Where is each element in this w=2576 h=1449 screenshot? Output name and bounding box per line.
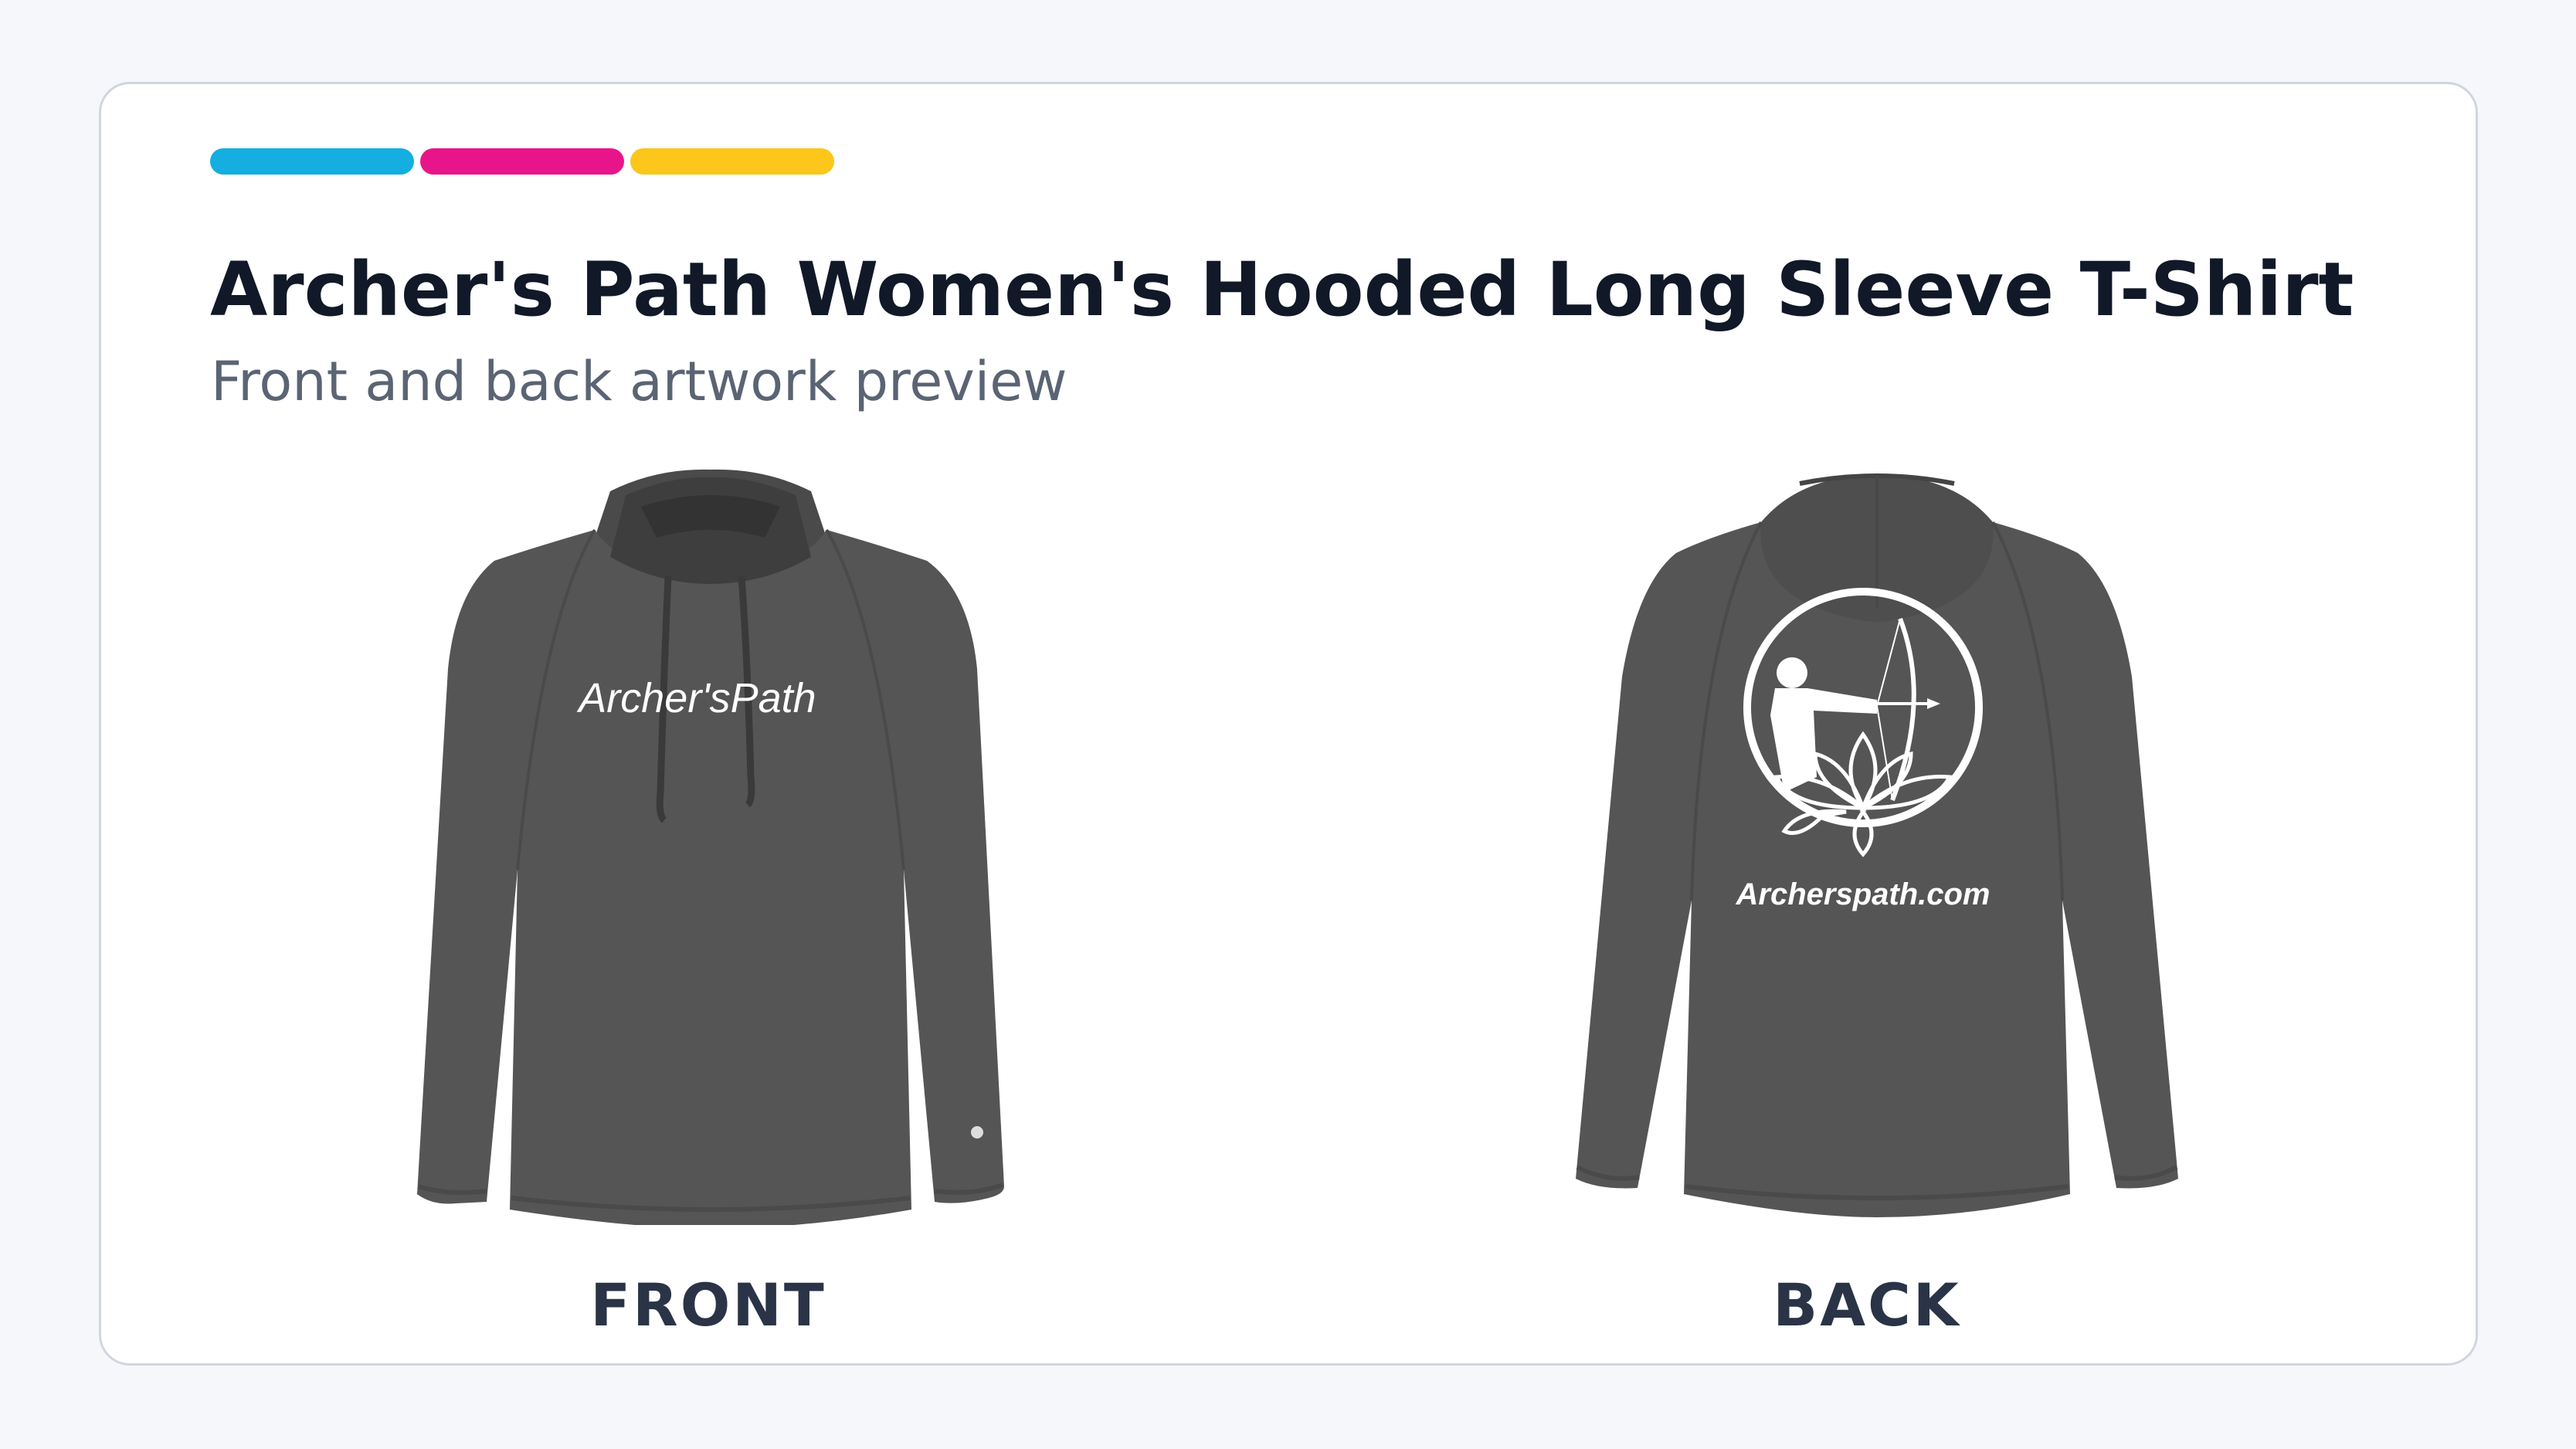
front-caption: FRONT [590,1271,826,1339]
hoodie-back-image: Archerspath.com [1576,473,2178,1217]
front-view[interactable]: Archer'sPath [402,468,1020,1225]
back-view[interactable]: Archerspath.com [1568,468,2186,1225]
back-print-text: Archerspath.com [1736,877,1991,911]
back-caption: BACK [1773,1271,1961,1339]
front-print-text: Archer'sPath [576,675,816,721]
accent-bar-yellow [630,148,834,175]
page-subtitle: Front and back artwork preview [211,350,1067,413]
hoodie-front-image: Archer'sPath [417,469,1004,1225]
accent-bar-magenta [420,148,624,175]
page-title: Archer's Path Women's Hooded Long Sleeve… [210,246,2354,333]
accent-bars [210,148,834,175]
accent-bar-cyan [210,148,414,175]
